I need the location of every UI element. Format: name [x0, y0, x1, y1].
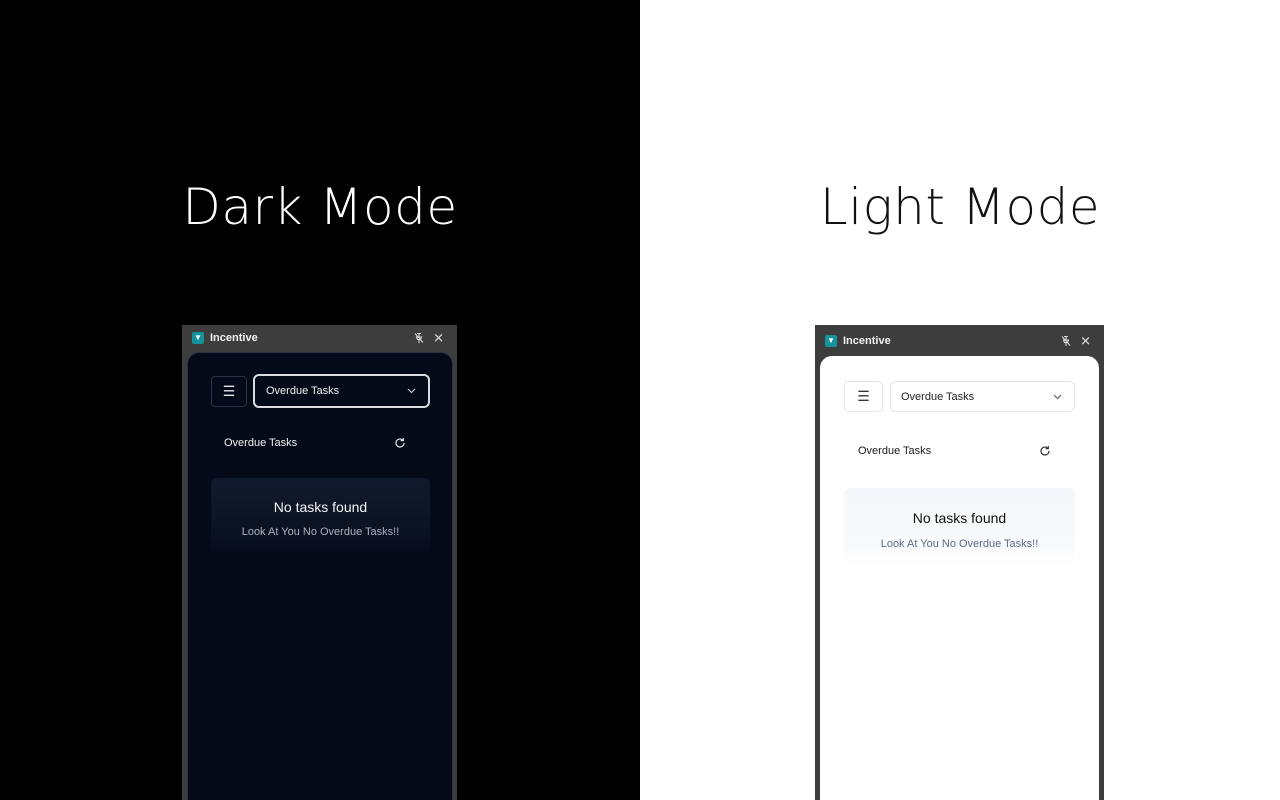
refresh-icon[interactable] — [394, 437, 406, 449]
chevron-down-icon — [407, 388, 416, 394]
hamburger-menu-icon: ☰ — [222, 382, 236, 399]
trophy-icon: ▼ — [192, 332, 204, 344]
menu-button[interactable]: ☰ — [844, 381, 883, 412]
section-header: Overdue Tasks — [858, 445, 1051, 457]
empty-state-title: No tasks found — [912, 510, 1007, 526]
menu-button[interactable]: ☰ — [211, 375, 247, 407]
section-title: Overdue Tasks — [858, 445, 932, 457]
light-mode-preview: Light Mode ▼ Incentive ✕ ☰ Overdue Tasks — [640, 0, 1280, 800]
app-title: Incentive — [843, 334, 891, 347]
dark-mode-preview: Dark Mode ▼ Incentive ✕ ☰ Overdue Tasks — [0, 0, 640, 800]
dark-mode-heading: Dark Mode — [182, 178, 458, 236]
task-filter-select[interactable]: Overdue Tasks — [890, 381, 1075, 412]
close-icon[interactable]: ✕ — [1080, 334, 1091, 347]
pin-off-icon[interactable] — [1061, 335, 1071, 346]
section-title: Overdue Tasks — [224, 437, 298, 449]
close-icon[interactable]: ✕ — [433, 332, 444, 345]
empty-state-title: No tasks found — [273, 499, 368, 515]
chevron-down-icon — [1053, 394, 1062, 400]
hamburger-menu-icon: ☰ — [857, 388, 870, 404]
empty-state-card: No tasks found Look At You No Overdue Ta… — [211, 478, 430, 556]
toolbar: ☰ Overdue Tasks — [844, 381, 1075, 412]
pin-off-icon[interactable] — [414, 332, 424, 344]
app-title: Incentive — [210, 332, 258, 344]
main-panel: ☰ Overdue Tasks Overdue Tasks No tasks f… — [187, 352, 453, 800]
main-panel: ☰ Overdue Tasks Overdue Tasks No tasks f… — [820, 356, 1099, 800]
app-window-dark: ▼ Incentive ✕ ☰ Overdue Tasks Overdue Ta… — [182, 325, 457, 800]
refresh-icon[interactable] — [1039, 445, 1051, 457]
section-header: Overdue Tasks — [224, 437, 406, 449]
toolbar: ☰ Overdue Tasks — [211, 374, 430, 408]
task-filter-value: Overdue Tasks — [266, 385, 340, 397]
empty-state-message: Look At You No Overdue Tasks!! — [241, 526, 400, 538]
window-titlebar: ▼ Incentive ✕ — [182, 325, 457, 351]
empty-state-message: Look At You No Overdue Tasks!! — [880, 538, 1039, 550]
window-titlebar: ▼ Incentive ✕ — [815, 325, 1104, 356]
app-window-light: ▼ Incentive ✕ ☰ Overdue Tasks Overdue Ta… — [815, 325, 1104, 800]
task-filter-select[interactable]: Overdue Tasks — [253, 374, 430, 408]
light-mode-heading: Light Mode — [819, 178, 1101, 236]
task-filter-value: Overdue Tasks — [901, 390, 975, 403]
trophy-icon: ▼ — [825, 334, 837, 347]
empty-state-card: No tasks found Look At You No Overdue Ta… — [844, 488, 1075, 566]
